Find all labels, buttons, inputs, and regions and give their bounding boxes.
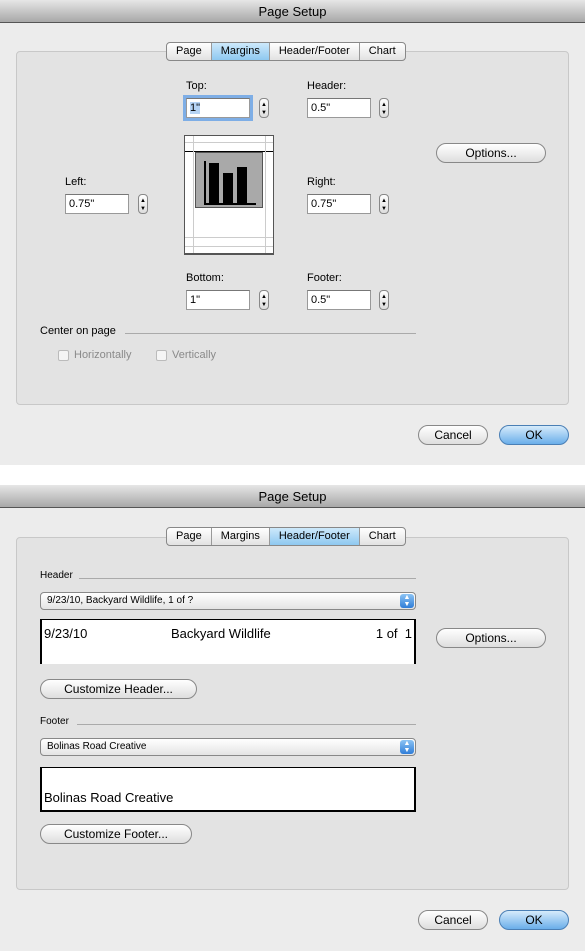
footer-label: Footer: xyxy=(307,272,342,284)
right-label: Right: xyxy=(307,176,336,188)
right-stepper[interactable]: ▲ ▼ xyxy=(379,194,389,214)
divider xyxy=(125,333,416,334)
page-preview xyxy=(184,135,274,255)
chart-thumbnail-icon xyxy=(195,152,263,208)
bottom-label: Bottom: xyxy=(186,272,224,284)
cancel-button[interactable]: Cancel xyxy=(418,910,488,930)
cancel-button[interactable]: Cancel xyxy=(418,425,488,445)
header-preview: 9/23/10 Backyard Wildlife 1 of 1 xyxy=(40,619,416,664)
top-margin-input[interactable]: 1" xyxy=(186,98,250,118)
top-stepper[interactable]: ▲ ▼ xyxy=(259,98,269,118)
left-margin-input[interactable]: 0.75" xyxy=(65,194,129,214)
tab-chart[interactable]: Chart xyxy=(360,528,405,545)
options-button[interactable]: Options... xyxy=(436,143,546,163)
header-preview-center: Backyard Wildlife xyxy=(171,626,271,641)
title-bar: Page Setup xyxy=(0,0,585,23)
options-button[interactable]: Options... xyxy=(436,628,546,648)
margins-panel: Top: 1" ▲ ▼ Header: 0.5" ▲ ▼ Left: 0.75" ▲… xyxy=(16,51,569,405)
header-popup[interactable]: 9/23/10, Backyard Wildlife, 1 of ? ▲ ▼ xyxy=(40,592,416,610)
divider xyxy=(77,724,416,725)
tab-header-footer[interactable]: Header/Footer xyxy=(269,528,360,545)
vertically-checkbox[interactable]: Vertically xyxy=(156,349,216,361)
customize-footer-button[interactable]: Customize Footer... xyxy=(40,824,192,844)
left-label: Left: xyxy=(65,176,87,188)
header-section-label: Header xyxy=(40,570,73,581)
divider xyxy=(79,578,416,579)
tab-page[interactable]: Page xyxy=(167,43,212,60)
center-on-page-label: Center on page xyxy=(40,325,116,337)
tab-page[interactable]: Page xyxy=(167,528,212,545)
tab-header-footer[interactable]: Header/Footer xyxy=(270,43,360,60)
footer-stepper[interactable]: ▲ ▼ xyxy=(379,290,389,310)
left-stepper[interactable]: ▲ ▼ xyxy=(138,194,148,214)
bottom-stepper[interactable]: ▲ ▼ xyxy=(259,290,269,310)
header-preview-left: 9/23/10 xyxy=(44,626,88,641)
tab-bar: Page Margins Header/Footer Chart xyxy=(166,42,406,61)
ok-button[interactable]: OK xyxy=(499,910,569,930)
page-setup-dialog-margins: Page Setup Page Margins Header/Footer Ch… xyxy=(0,0,585,465)
footer-section-label: Footer xyxy=(40,716,69,727)
header-footer-panel: Header 9/23/10, Backyard Wildlife, 1 of … xyxy=(16,537,569,890)
page-setup-dialog-header-footer: Page Setup Page Margins Header/Footer Ch… xyxy=(0,485,585,951)
top-label: Top: xyxy=(186,80,207,92)
tab-margins[interactable]: Margins xyxy=(211,43,270,60)
bottom-margin-input[interactable]: 1" xyxy=(186,290,250,310)
horizontally-checkbox[interactable]: Horizontally xyxy=(58,349,131,361)
footer-margin-input[interactable]: 0.5" xyxy=(307,290,371,310)
popup-arrows-icon: ▲ ▼ xyxy=(400,740,414,754)
right-margin-input[interactable]: 0.75" xyxy=(307,194,371,214)
tab-bar: Page Margins Header/Footer Chart xyxy=(166,527,406,546)
footer-preview: Bolinas Road Creative xyxy=(40,767,416,812)
header-margin-input[interactable]: 0.5" xyxy=(307,98,371,118)
footer-popup[interactable]: Bolinas Road Creative ▲ ▼ xyxy=(40,738,416,756)
ok-button[interactable]: OK xyxy=(499,425,569,445)
tab-chart[interactable]: Chart xyxy=(360,43,405,60)
header-label: Header: xyxy=(307,80,347,92)
tab-margins[interactable]: Margins xyxy=(212,528,270,545)
header-preview-right: 1 of 1 xyxy=(375,626,412,641)
header-stepper[interactable]: ▲ ▼ xyxy=(379,98,389,118)
title-bar: Page Setup xyxy=(0,485,585,508)
customize-header-button[interactable]: Customize Header... xyxy=(40,679,197,699)
popup-arrows-icon: ▲ ▼ xyxy=(400,594,414,608)
footer-preview-text: Bolinas Road Creative xyxy=(44,790,174,805)
